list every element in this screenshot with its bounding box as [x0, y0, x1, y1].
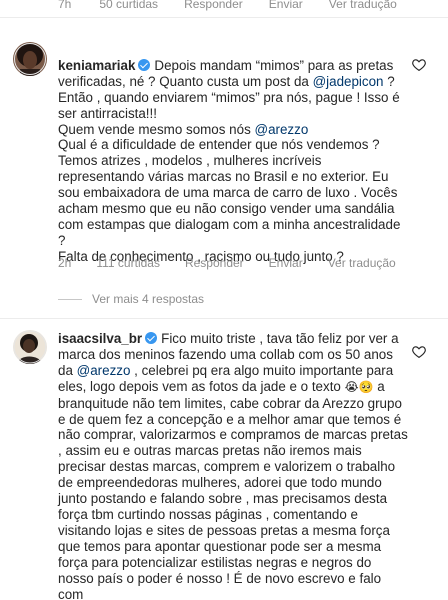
- avatar[interactable]: [13, 330, 47, 364]
- reply-button[interactable]: Responder: [184, 0, 243, 11]
- likes-count[interactable]: 50 curtidas: [99, 0, 158, 11]
- heart-outline-icon[interactable]: [412, 58, 426, 71]
- view-more-replies[interactable]: Ver mais 4 respostas: [58, 292, 204, 306]
- reply-button[interactable]: Responder: [185, 256, 244, 270]
- divider: [0, 318, 448, 319]
- send-button[interactable]: Enviar: [269, 256, 303, 270]
- comment-username[interactable]: keniamariak: [58, 58, 135, 73]
- view-more-replies-label[interactable]: Ver mais 4 respostas: [92, 292, 204, 306]
- mention-arezzo[interactable]: @arezzo: [77, 363, 131, 378]
- verified-badge-icon: [138, 58, 151, 71]
- mention-arezzo[interactable]: @arezzo: [254, 122, 308, 137]
- crying-face-icon: 😭🥺: [344, 379, 374, 394]
- mention-jadepicon[interactable]: @jadepicon: [313, 74, 384, 89]
- comment-text: keniamariak Depois mandam “mimos” para as…: [58, 57, 401, 264]
- likes-count[interactable]: 111 curtidas: [96, 256, 160, 270]
- comments-page: 7h 50 curtidas Responder Enviar Ver trad…: [0, 0, 448, 600]
- previous-comment-actions: 7h 50 curtidas Responder Enviar Ver trad…: [58, 0, 423, 11]
- divider: [0, 17, 448, 18]
- comment-username[interactable]: isaacsilva_br: [58, 331, 142, 346]
- translate-button[interactable]: Ver tradução: [329, 0, 397, 11]
- comment-text: isaacsilva_br Fico muito triste , tava tã…: [58, 331, 408, 600]
- heart-outline-icon[interactable]: [412, 345, 426, 358]
- comment-time: 7h: [58, 0, 72, 11]
- translate-button[interactable]: Ver tradução: [328, 256, 396, 270]
- comment-actions: 2h 111 curtidas Responder Enviar Ver tra…: [58, 256, 421, 270]
- verified-badge-icon: [145, 332, 158, 344]
- avatar[interactable]: [13, 42, 47, 76]
- send-button[interactable]: Enviar: [269, 0, 303, 11]
- replies-line: [58, 298, 82, 300]
- comment-time: 2h: [58, 256, 72, 270]
